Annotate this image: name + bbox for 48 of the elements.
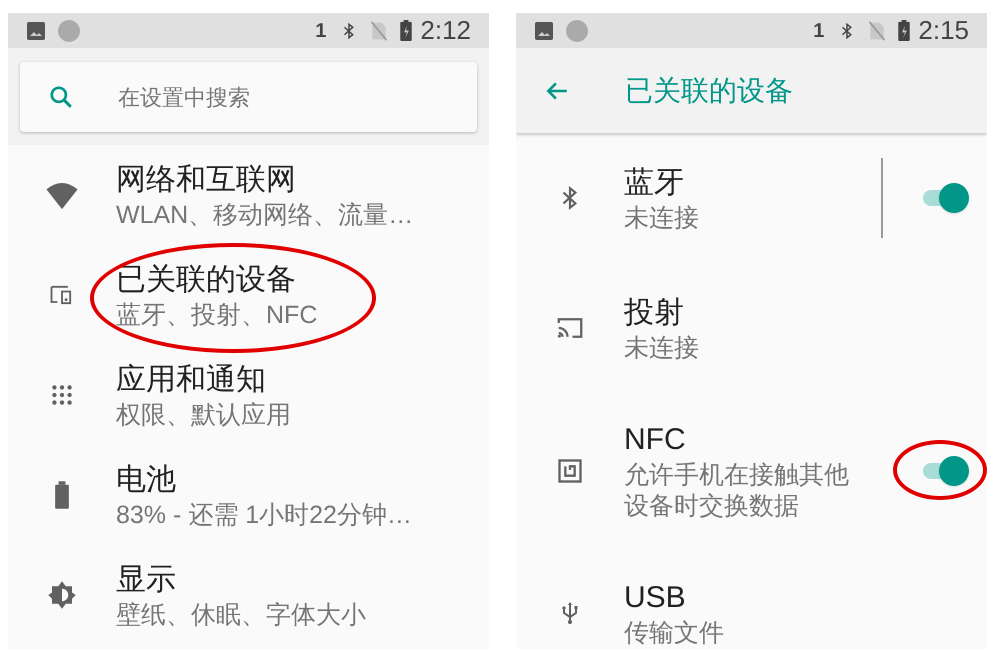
- circle-icon: [566, 20, 588, 42]
- settings-item[interactable]: 应用和通知 权限、默认应用: [8, 345, 489, 445]
- item-title: 电池: [116, 462, 177, 498]
- settings-item[interactable]: 已关联的设备 蓝牙、投射、NFC: [8, 245, 489, 345]
- brightness-icon: [47, 580, 77, 610]
- battery-icon: [54, 480, 70, 510]
- settings-item[interactable]: 网络和互联网 WLAN、移动网络、流量…: [8, 145, 489, 245]
- item-title: 投射: [624, 294, 685, 330]
- search-placeholder: 在设置中搜索: [118, 84, 250, 112]
- toggle-switch[interactable]: [923, 456, 969, 486]
- settings-item[interactable]: NFC 允许手机在接触其他设备时交换数据: [516, 393, 987, 548]
- item-title: NFC: [624, 422, 687, 458]
- item-title: USB: [624, 580, 687, 616]
- item-subtitle: 传输文件: [624, 618, 725, 648]
- battery-icon: [898, 20, 910, 41]
- settings-item[interactable]: 电池 83% - 还需 1小时22分钟…: [8, 445, 489, 545]
- item-title: 显示: [116, 562, 177, 598]
- image-icon: [534, 20, 554, 40]
- item-subtitle: 未连接: [624, 202, 700, 234]
- circle-icon: [58, 20, 80, 42]
- item-title: 已关联的设备: [116, 262, 297, 298]
- clock-time: 2:15: [918, 14, 969, 47]
- no-sim-icon: [868, 20, 886, 40]
- search-icon: [48, 84, 74, 110]
- clock-time: 2:12: [420, 14, 471, 47]
- item-subtitle: 壁纸、休眠、字体大小: [116, 600, 367, 630]
- toolbar-title: 已关联的设备: [625, 74, 793, 108]
- item-title: 网络和互联网: [116, 162, 297, 198]
- item-subtitle: 蓝牙、投射、NFC: [116, 300, 318, 330]
- sim-number: 1: [315, 18, 326, 44]
- settings-item[interactable]: 投射 未连接: [516, 263, 987, 393]
- toggle-switch[interactable]: [923, 183, 969, 213]
- image-icon: [26, 20, 46, 40]
- item-subtitle: 权限、默认应用: [116, 400, 292, 430]
- sim-number: 1: [813, 18, 824, 44]
- item-subtitle: 未连接: [624, 332, 700, 364]
- item-subtitle: 83% - 还需 1小时22分钟…: [116, 500, 413, 530]
- search-field[interactable]: 在设置中搜索: [20, 62, 477, 132]
- settings-item[interactable]: 显示 壁纸、休眠、字体大小: [8, 545, 489, 645]
- nfc-icon: [556, 456, 584, 484]
- item-title: 应用和通知: [116, 362, 267, 398]
- settings-item[interactable]: 蓝牙 未连接: [516, 133, 987, 263]
- item-subtitle: WLAN、移动网络、流量…: [116, 200, 414, 230]
- battery-icon: [400, 20, 412, 41]
- settings-item[interactable]: USB 传输文件: [516, 548, 987, 649]
- item-title: 蓝牙: [624, 164, 685, 200]
- no-sim-icon: [370, 20, 388, 40]
- item-subtitle: 允许手机在接触其他设备时交换数据: [624, 460, 850, 522]
